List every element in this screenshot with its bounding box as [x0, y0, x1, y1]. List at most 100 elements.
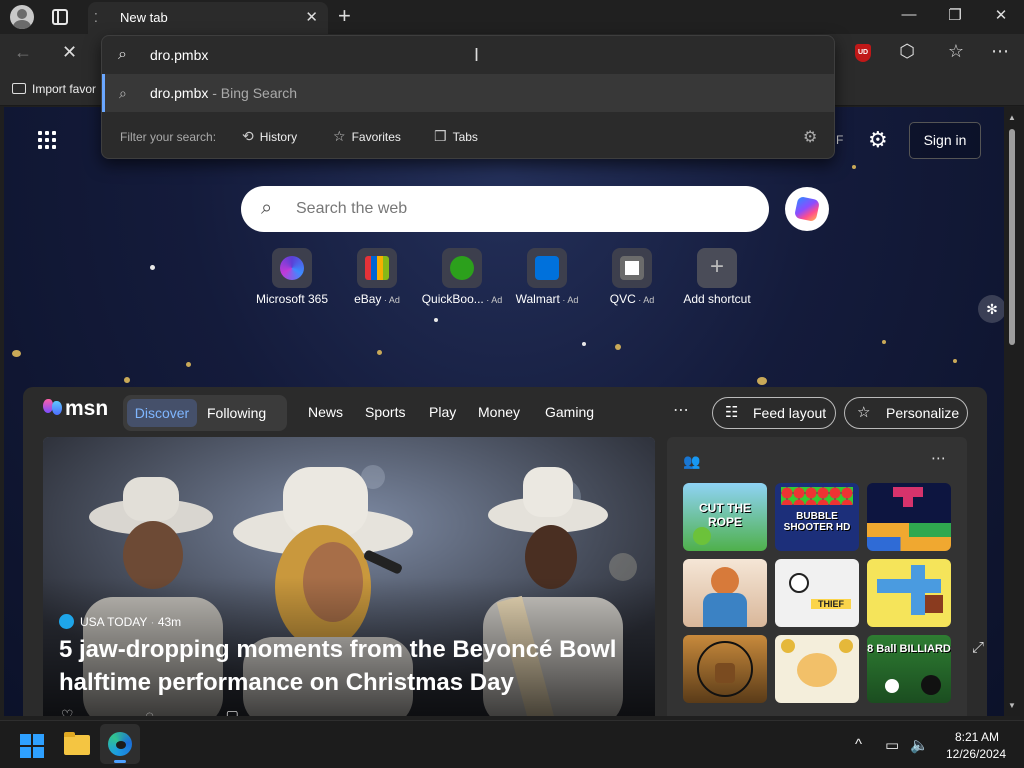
hero-article-card[interactable]: USA TODAY · 43m 5 jaw-dropping moments f…: [43, 437, 655, 716]
game-tile-cat[interactable]: [775, 635, 859, 703]
article-headline[interactable]: 5 jaw-dropping moments from the Beyoncé …: [59, 633, 639, 699]
article-source[interactable]: USA TODAY · 43m: [59, 614, 181, 629]
new-tab-button[interactable]: +: [338, 3, 351, 29]
msn-logo[interactable]: msn: [43, 397, 108, 421]
import-favorites-button[interactable]: Import favor: [12, 82, 96, 96]
nav-sports[interactable]: Sports: [365, 404, 405, 420]
clock-date[interactable]: 12/26/2024: [940, 747, 1012, 761]
address-bar-dropdown: ⌕ dro.pmbx I ⌕ dro.pmbx - Bing Search Fi…: [101, 35, 835, 159]
search-icon: ⌕: [118, 46, 127, 63]
games-more-icon[interactable]: ⋯: [931, 449, 946, 467]
snow-particle: [615, 344, 621, 350]
scroll-down-icon[interactable]: ▼: [1008, 701, 1016, 710]
snow-particle: [953, 359, 957, 363]
volume-icon[interactable]: 🔈: [910, 736, 929, 754]
file-explorer-icon[interactable]: [64, 732, 90, 755]
favorites-icon[interactable]: ☆: [943, 41, 969, 62]
nav-gaming[interactable]: Gaming: [545, 404, 594, 420]
tab-discover[interactable]: Discover: [127, 399, 197, 427]
address-bar-input[interactable]: ⌕ dro.pmbx I: [102, 36, 834, 74]
shortcut-walmart[interactable]: Walmart · Ad: [505, 248, 589, 306]
copilot-icon[interactable]: [785, 187, 829, 231]
web-search-box[interactable]: ⌕ Search the web: [241, 186, 769, 232]
tray-overflow-icon[interactable]: ^: [855, 736, 862, 753]
snow-particle: [377, 350, 382, 355]
sparkle-star-icon: ☆: [857, 404, 871, 421]
nav-news[interactable]: News: [308, 404, 343, 420]
filter-tabs[interactable]: ❒ Tabs: [434, 128, 478, 145]
search-icon: ⌕: [261, 197, 273, 219]
nav-play[interactable]: Play: [429, 404, 456, 420]
snow-particle: [882, 340, 886, 344]
weather-temp[interactable]: F: [836, 133, 843, 147]
filter-favorites[interactable]: ☆ Favorites: [333, 128, 401, 145]
game-tile-deer-hunter[interactable]: [683, 635, 767, 703]
shortcut-ebay[interactable]: eBay · Ad: [335, 248, 419, 306]
article-age: 43m: [157, 615, 182, 629]
game-tile-cooking[interactable]: [683, 559, 767, 627]
expand-icon[interactable]: ⤢: [972, 639, 984, 656]
shortcut-label: Add shortcut: [683, 292, 751, 306]
shortcut-qvc[interactable]: QVC · Ad: [590, 248, 674, 306]
nav-more-icon[interactable]: ⋯: [673, 400, 689, 420]
shortcut-microsoft-365[interactable]: Microsoft 365: [250, 248, 334, 306]
snow-particle: [150, 265, 155, 270]
feed-layout-label: Feed layout: [753, 405, 827, 421]
article-actions[interactable]: ♡ ◌ ▢: [61, 707, 273, 716]
search-icon: ⌕: [119, 85, 127, 101]
star-icon: ☆: [333, 128, 346, 144]
game-tile-pipes[interactable]: [867, 559, 951, 627]
minimize-button[interactable]: —: [894, 6, 924, 23]
close-window-button[interactable]: ✕: [986, 6, 1016, 24]
feed-tab-group: Discover Following: [123, 395, 287, 431]
microsoft-365-icon: [280, 256, 304, 280]
tab-new-tab[interactable]: ⁚ New tab ✕: [88, 2, 328, 34]
game-tile-blocks[interactable]: [867, 483, 951, 551]
page-scrollbar[interactable]: ▲ ▼: [1004, 107, 1020, 716]
taskbar-edge-button[interactable]: [100, 724, 140, 764]
ad-label: · Ad: [483, 295, 503, 305]
running-indicator: [114, 760, 126, 763]
game-tile-bubble-shooter[interactable]: BUBBLE SHOOTER HD: [775, 483, 859, 551]
suggestion-bing-search[interactable]: ⌕ dro.pmbx - Bing Search: [102, 74, 834, 112]
clock-time[interactable]: 8:21 AM: [946, 730, 1008, 744]
display-icon[interactable]: ▭: [885, 736, 899, 754]
stop-loading-button[interactable]: ✕: [62, 42, 77, 63]
feed-layout-button[interactable]: ☷ Feed layout: [712, 397, 836, 429]
add-shortcut-button[interactable]: + Add shortcut: [675, 248, 759, 306]
game-tile-8-ball-billiard[interactable]: 8 Ball BILLIARD: [867, 635, 951, 703]
personalize-button[interactable]: ☆ Personalize: [844, 397, 968, 429]
profile-icon[interactable]: [10, 5, 34, 29]
sliders-icon: ☷: [725, 404, 739, 421]
games-people-icon: 👥: [683, 453, 701, 469]
apps-launcher-icon[interactable]: [38, 131, 58, 151]
tab-actions-icon[interactable]: [52, 9, 68, 25]
extensions-icon[interactable]: ⬡: [894, 41, 920, 62]
filter-history[interactable]: ⟲ History: [242, 128, 297, 145]
sign-in-button[interactable]: Sign in: [909, 122, 981, 159]
more-menu-icon[interactable]: ⋯: [987, 41, 1013, 62]
scroll-thumb[interactable]: [1009, 129, 1015, 345]
snow-particle: [582, 342, 586, 346]
eight-ball-icon: [921, 675, 941, 695]
search-settings-icon[interactable]: ⚙: [803, 127, 817, 147]
ublock-extension-icon[interactable]: UD: [855, 44, 871, 62]
game-tile-cut-the-rope[interactable]: CUT THE ROPE: [683, 483, 767, 551]
close-tab-icon[interactable]: ✕: [305, 8, 318, 26]
background-customize-icon[interactable]: ✻: [978, 295, 1004, 323]
tab-loading-icon: ⁚: [94, 11, 98, 25]
nav-money[interactable]: Money: [478, 404, 520, 420]
page-settings-icon[interactable]: ⚙: [868, 127, 888, 153]
quickbooks-icon: [450, 256, 474, 280]
maximize-button[interactable]: ❐: [940, 6, 970, 24]
back-button[interactable]: ←: [14, 42, 32, 63]
game-title: BUBBLE SHOOTER HD: [783, 511, 851, 533]
scroll-up-icon[interactable]: ▲: [1008, 113, 1016, 122]
windows-start-icon[interactable]: [20, 734, 44, 758]
address-bar-text[interactable]: dro.pmbx: [150, 47, 208, 63]
shortcut-quickbooks[interactable]: QuickBoo... · Ad: [420, 248, 504, 306]
tab-following[interactable]: Following: [207, 399, 266, 427]
game-tile-thief[interactable]: THIEF: [775, 559, 859, 627]
usa-today-icon: [59, 614, 74, 629]
suggestion-source: - Bing Search: [208, 85, 298, 101]
